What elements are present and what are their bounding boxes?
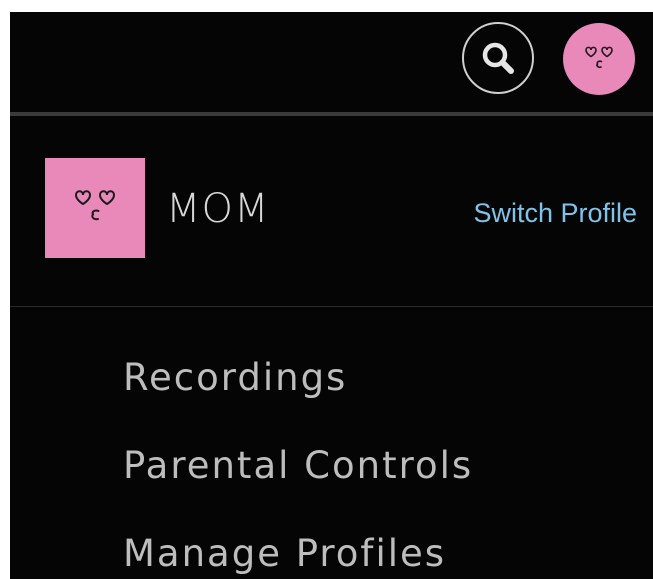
profile-menu: Recordings Parental Controls Manage Prof…: [123, 334, 473, 579]
menu-item-parental-controls[interactable]: Parental Controls: [123, 422, 473, 510]
menu-item-recordings[interactable]: Recordings: [123, 334, 473, 422]
search-button[interactable]: [462, 22, 534, 94]
profile-menu-panel: MOM Switch Profile Recordings Parental C…: [10, 12, 653, 579]
profile-divider: [10, 306, 653, 307]
profile-avatar: [45, 158, 145, 258]
top-bar: [10, 12, 653, 112]
current-profile: MOM Switch Profile: [10, 116, 653, 306]
heart-eyes-face-icon: [585, 46, 613, 69]
profile-avatar-button[interactable]: [563, 23, 635, 95]
profile-name: MOM: [166, 186, 270, 232]
heart-eyes-face-icon: [74, 190, 116, 221]
switch-profile-link[interactable]: Switch Profile: [473, 198, 637, 229]
search-icon: [482, 42, 514, 74]
menu-item-manage-profiles[interactable]: Manage Profiles: [123, 510, 473, 579]
